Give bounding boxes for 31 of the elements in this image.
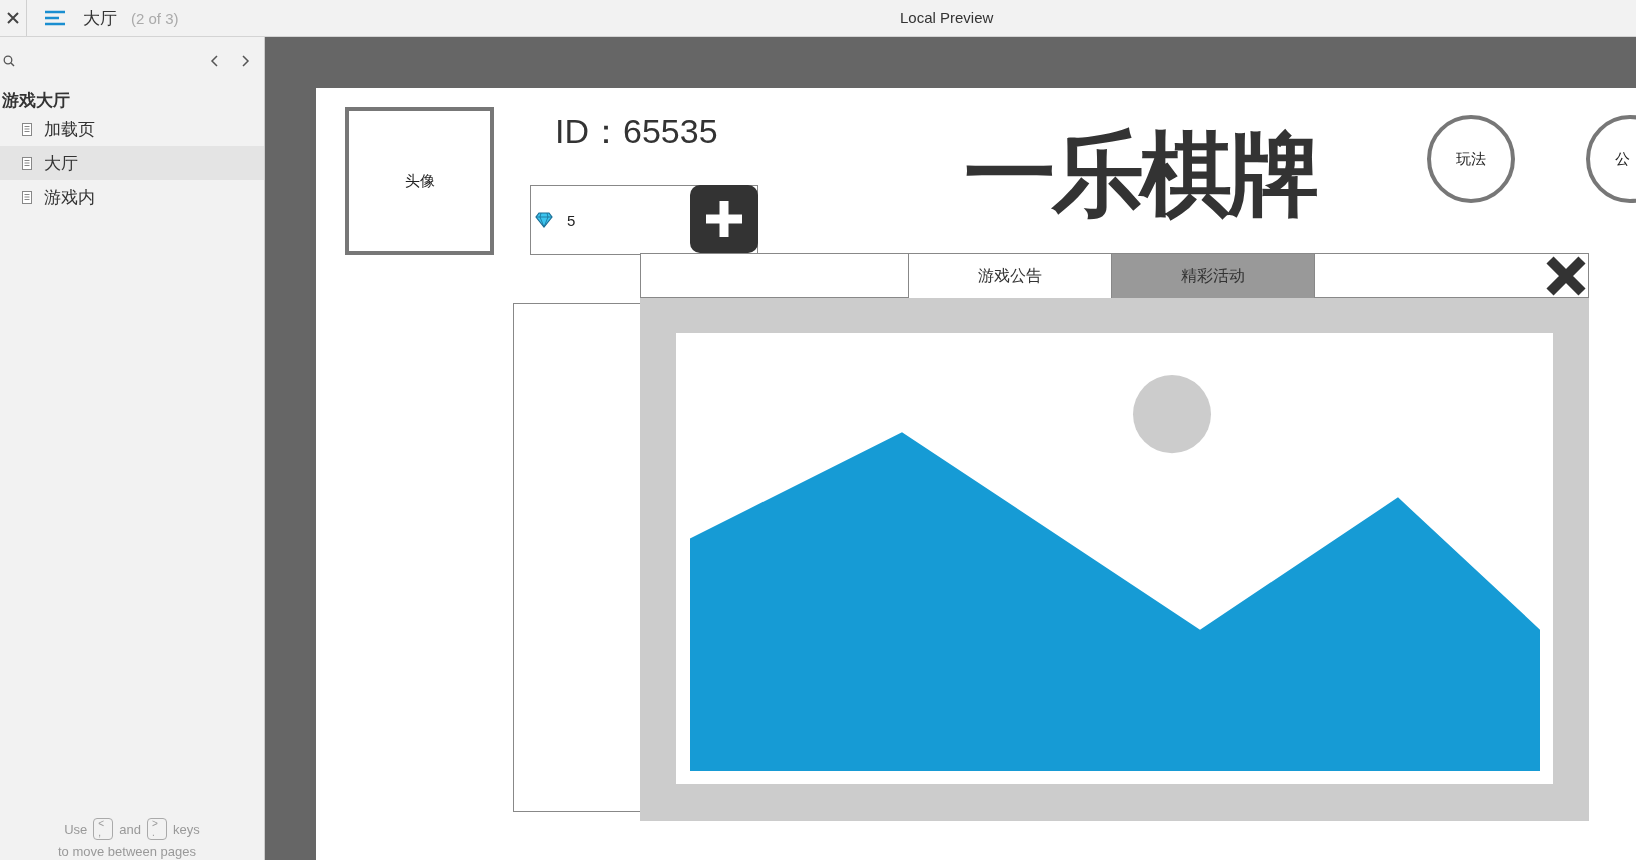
round-button[interactable]: 玩法 <box>1427 115 1515 203</box>
page-item[interactable]: 加载页 <box>0 112 264 146</box>
page-icon <box>22 190 32 204</box>
logo-title: 一乐棋牌 <box>964 120 1316 230</box>
close-icon <box>7 12 19 24</box>
previous-icon[interactable] <box>210 54 220 68</box>
hint-text: keys <box>173 821 200 837</box>
page-group-title: 游戏大厅 <box>1 89 71 112</box>
dialog-tab[interactable]: 精彩活动 <box>1111 254 1315 298</box>
gem-count: 5 <box>567 211 576 229</box>
keycap: > . <box>147 818 168 840</box>
add-button[interactable] <box>690 185 758 253</box>
hint-text: and <box>119 821 142 837</box>
next-icon[interactable] <box>240 54 250 68</box>
page-title: 大厅 <box>83 6 117 30</box>
avatar-box: 头像 <box>345 107 494 255</box>
page-icon <box>22 122 32 136</box>
round-button[interactable]: 公 <box>1586 115 1636 203</box>
dialog-tab[interactable]: 游戏公告 <box>908 254 1112 298</box>
hint-text: Use <box>64 821 88 837</box>
page-icon <box>22 156 32 170</box>
keycap: < , <box>93 818 114 840</box>
preview-title: Local Preview <box>900 9 994 26</box>
hint-text: to move between pages <box>56 844 197 860</box>
search-icon[interactable] <box>3 55 15 67</box>
page-item[interactable]: 大厅 <box>0 146 264 180</box>
page-count: (2 of 3) <box>131 9 179 27</box>
close-icon[interactable] <box>1544 253 1588 298</box>
page-item[interactable]: 游戏内 <box>0 180 264 214</box>
user-id: ID：65535 <box>555 111 718 152</box>
diamond-icon <box>535 212 553 228</box>
